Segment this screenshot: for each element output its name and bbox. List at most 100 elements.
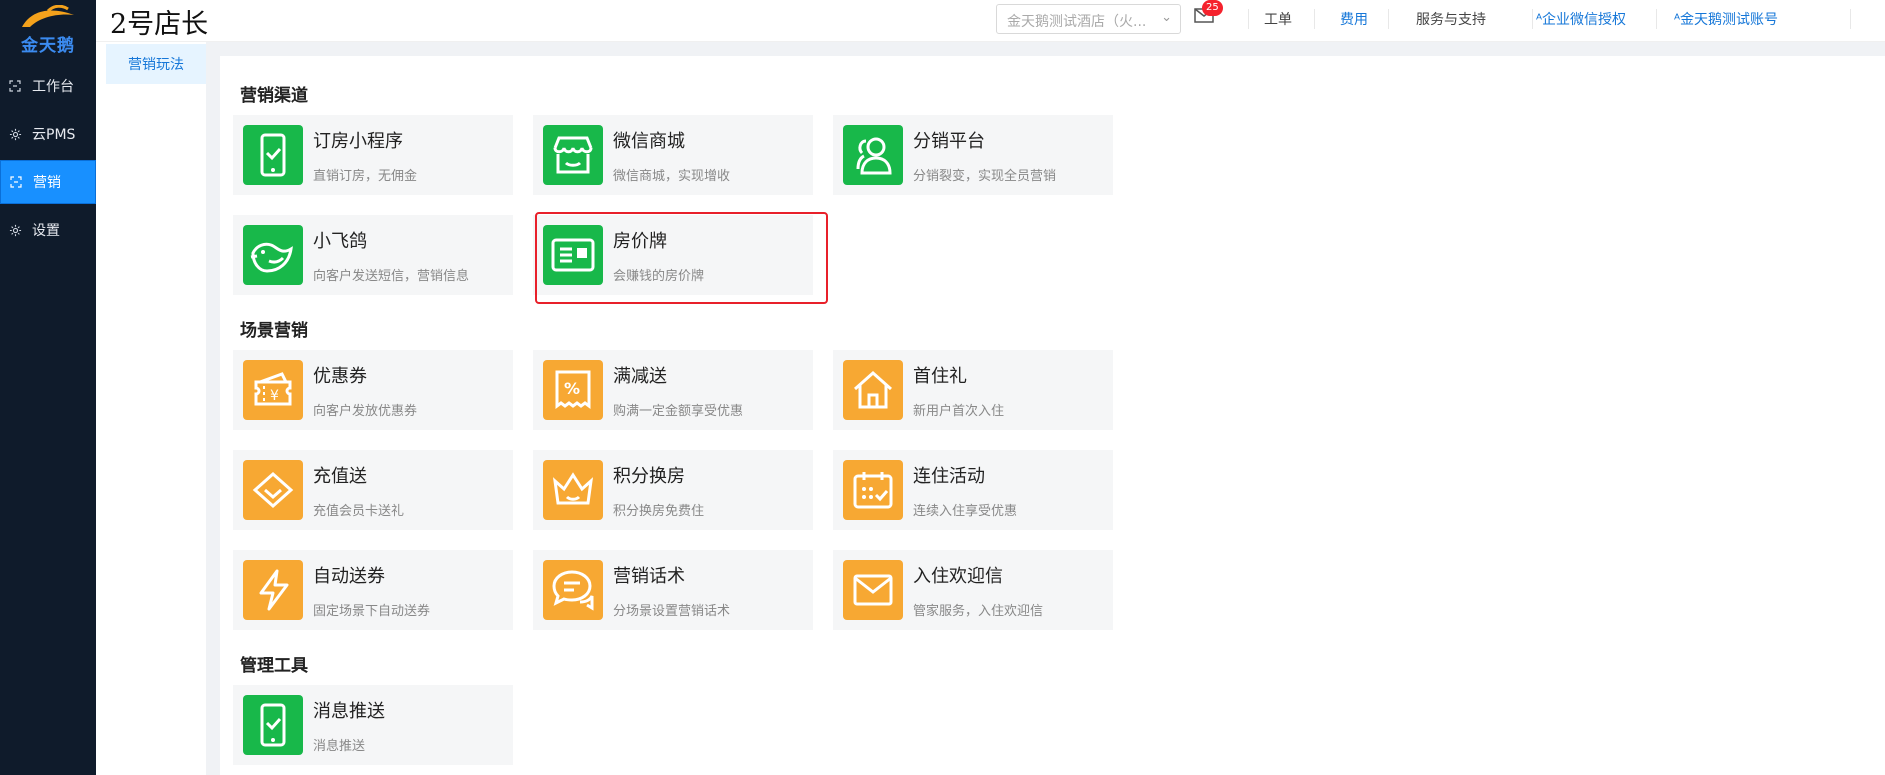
phone-check-icon xyxy=(243,695,303,755)
card-message-push[interactable]: 消息推送 消息推送 xyxy=(233,685,513,765)
crown-icon xyxy=(543,460,603,520)
percent-icon: % xyxy=(543,360,603,420)
lightning-icon xyxy=(243,560,303,620)
nav-label: 云PMS xyxy=(32,127,76,143)
logo-text: 金天鹅 xyxy=(21,35,75,56)
card-desc: 向客户发放优惠券 xyxy=(313,404,418,419)
sub-nav: 营销玩法 xyxy=(106,44,206,775)
card-booking-miniprogram[interactable]: 订房小程序 直销订房，无佣金 xyxy=(233,115,513,195)
nav-label: 设置 xyxy=(32,223,60,239)
account-label: 金天鹅测试账号 xyxy=(1680,12,1779,28)
divider xyxy=(1314,9,1315,29)
logo[interactable]: 金天鹅 xyxy=(0,0,96,60)
card-price-board[interactable]: 房价牌 会赚钱的房价牌 xyxy=(533,215,813,295)
card-title: 首住礼 xyxy=(913,366,967,387)
svg-text:%: % xyxy=(564,379,580,398)
price-board-icon xyxy=(543,225,603,285)
card-desc: 连续入住享受优惠 xyxy=(913,504,1018,519)
chevron-down-icon: ⌄ xyxy=(1161,10,1172,25)
card-marketing-script[interactable]: 营销话术 分场景设置营销话术 xyxy=(533,550,813,630)
card-title: 消息推送 xyxy=(313,701,385,722)
card-title: 小飞鸽 xyxy=(313,231,367,252)
divider xyxy=(1248,9,1249,29)
fees-link[interactable]: 费用 xyxy=(1340,9,1368,29)
card-desc: 固定场景下自动送券 xyxy=(313,604,431,619)
card-title: 营销话术 xyxy=(613,566,685,587)
card-consecutive-stay[interactable]: 连住活动 连续入住享受优惠 xyxy=(833,450,1113,530)
top-header: 2号店长 金天鹅测试酒店（火... ⌄ 25 工单 费用 服务与支持 ᴬ企业微信… xyxy=(96,0,1885,42)
card-title: 分销平台 xyxy=(913,131,985,152)
mail-icon xyxy=(843,560,903,620)
card-desc: 新用户首次入住 xyxy=(913,404,1005,419)
swan-logo-icon xyxy=(22,4,74,27)
divider xyxy=(1850,9,1851,29)
marketing-icon xyxy=(9,175,23,189)
house-icon xyxy=(843,360,903,420)
work-order-link[interactable]: 工单 xyxy=(1264,9,1292,29)
nav-item-settings[interactable]: 设置 xyxy=(0,208,96,252)
calendar-icon xyxy=(843,460,903,520)
store-icon xyxy=(543,125,603,185)
workbench-icon xyxy=(8,79,22,93)
card-desc: 直销订房，无佣金 xyxy=(313,169,418,184)
card-title: 订房小程序 xyxy=(313,131,403,152)
card-title: 优惠券 xyxy=(313,366,367,387)
account-link[interactable]: ᴬ金天鹅测试账号 xyxy=(1674,9,1778,29)
wecom-auth-link[interactable]: ᴬ企业微信授权 xyxy=(1536,9,1626,29)
wecom-auth-label: 企业微信授权 xyxy=(1542,12,1627,28)
store-select[interactable]: 金天鹅测试酒店（火... ⌄ xyxy=(996,4,1181,34)
card-desc: 分销裂变，实现全员营销 xyxy=(913,169,1057,184)
coupon-icon: ¥ xyxy=(243,360,303,420)
section-title-scenario-marketing: 场景营销 xyxy=(240,321,308,341)
card-desc: 会赚钱的房价牌 xyxy=(613,269,705,284)
card-desc: 积分换房免费住 xyxy=(613,504,705,519)
card-auto-coupon[interactable]: 自动送券 固定场景下自动送券 xyxy=(233,550,513,630)
card-title: 房价牌 xyxy=(613,231,667,252)
section-title-marketing-channels: 营销渠道 xyxy=(240,86,308,106)
card-desc: 向客户发送短信，营销信息 xyxy=(313,269,470,284)
card-desc: 充值会员卡送礼 xyxy=(313,504,405,519)
bird-icon xyxy=(243,225,303,285)
card-desc: 消息推送 xyxy=(313,739,366,754)
notification-badge: 25 xyxy=(1202,0,1223,16)
card-full-reduction[interactable]: % 满减送 购满一定金额享受优惠 xyxy=(533,350,813,430)
card-little-pigeon[interactable]: 小飞鸽 向客户发送短信，营销信息 xyxy=(233,215,513,295)
card-points-exchange[interactable]: 积分换房 积分换房免费住 xyxy=(533,450,813,530)
page-title: 2号店长 xyxy=(110,9,209,40)
card-recharge-gift[interactable]: 充值送 充值会员卡送礼 xyxy=(233,450,513,530)
store-select-value: 金天鹅测试酒店（火... xyxy=(1007,14,1147,30)
service-support-link[interactable]: 服务与支持 xyxy=(1416,9,1486,29)
card-desc: 微信商城，实现增收 xyxy=(613,169,731,184)
phone-check-icon xyxy=(243,125,303,185)
nav-item-marketing[interactable]: 营销 xyxy=(0,160,96,204)
card-desc: 管家服务，入住欢迎信 xyxy=(913,604,1044,619)
card-title: 充值送 xyxy=(313,466,367,487)
card-coupon[interactable]: ¥ 优惠券 向客户发放优惠券 xyxy=(233,350,513,430)
subnav-item-marketing-play[interactable]: 营销玩法 xyxy=(106,44,206,84)
divider xyxy=(1656,9,1657,29)
card-wechat-mall[interactable]: 微信商城 微信商城，实现增收 xyxy=(533,115,813,195)
gear-icon xyxy=(8,223,22,237)
divider xyxy=(1388,9,1389,29)
card-title: 自动送券 xyxy=(313,566,385,587)
section-title-management-tools: 管理工具 xyxy=(240,656,308,676)
card-title: 满减送 xyxy=(613,366,667,387)
diamond-icon xyxy=(243,460,303,520)
nav-item-cloud-pms[interactable]: 云PMS xyxy=(0,112,96,156)
card-title: 连住活动 xyxy=(913,466,985,487)
card-desc: 购满一定金额享受优惠 xyxy=(613,404,744,419)
card-first-stay-gift[interactable]: 首住礼 新用户首次入住 xyxy=(833,350,1113,430)
chat-icon xyxy=(543,560,603,620)
svg-text:¥: ¥ xyxy=(270,388,279,404)
users-icon xyxy=(843,125,903,185)
card-welcome-letter[interactable]: 入住欢迎信 管家服务，入住欢迎信 xyxy=(833,550,1113,630)
nav-label: 营销 xyxy=(33,175,61,191)
card-distribution-platform[interactable]: 分销平台 分销裂变，实现全员营销 xyxy=(833,115,1113,195)
sidebar: 金天鹅 工作台 云PMS 营销 设置 xyxy=(0,0,96,775)
card-title: 积分换房 xyxy=(613,466,685,487)
nav-label: 工作台 xyxy=(32,79,74,95)
card-desc: 分场景设置营销话术 xyxy=(613,604,731,619)
card-title: 入住欢迎信 xyxy=(913,566,1003,587)
card-title: 微信商城 xyxy=(613,131,685,152)
nav-item-workbench[interactable]: 工作台 xyxy=(0,64,96,108)
